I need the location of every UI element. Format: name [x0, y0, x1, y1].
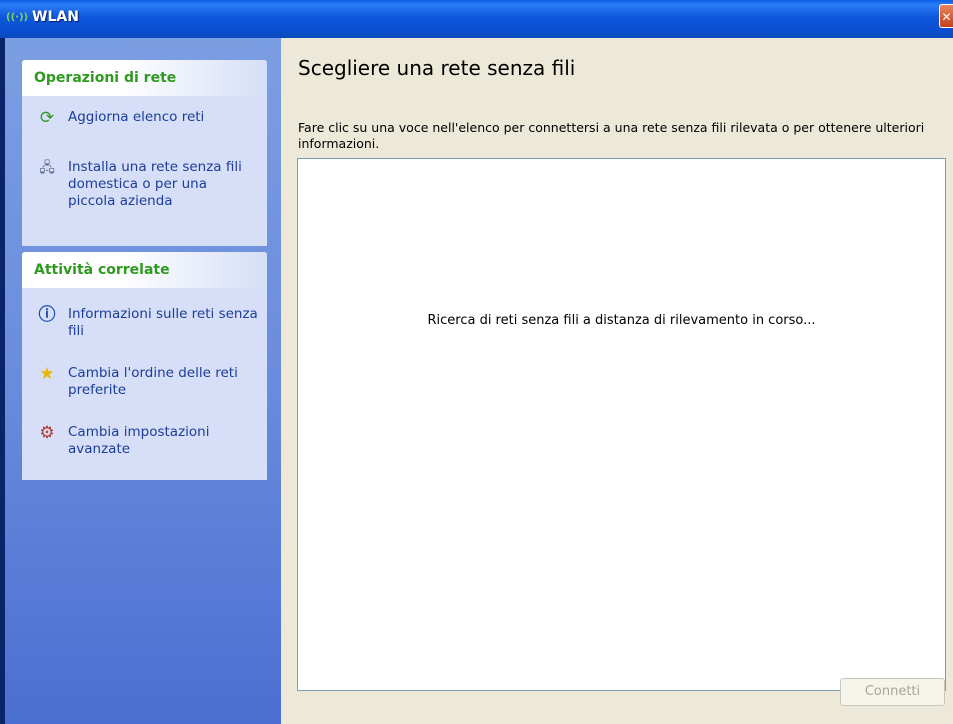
- refresh-icon: ⟳: [39, 108, 55, 128]
- advanced-settings-label: Cambia impostazioni avanzate: [68, 424, 210, 457]
- related-tasks-header[interactable]: Attività correlate: [22, 252, 267, 288]
- network-tasks-panel: Operazioni di rete ⟳ Aggiorna elenco ret…: [22, 60, 267, 246]
- wireless-info-label: Informazioni sulle reti senza fili: [68, 306, 258, 339]
- wireless-network-list[interactable]: Ricerca di reti senza fili a distanza di…: [297, 158, 946, 691]
- star-icon: ★: [39, 364, 55, 384]
- connect-button[interactable]: Connetti: [840, 678, 945, 706]
- wlan-window: ((·)) WLAN ✕ Operazioni di rete ⟳ Aggior…: [0, 0, 953, 724]
- related-tasks-panel: Attività correlate ⓘ Informazioni sulle …: [22, 252, 267, 480]
- network-tasks-header[interactable]: Operazioni di rete: [22, 60, 267, 96]
- wireless-setup-icon: 🖧: [39, 160, 55, 176]
- close-icon: ✕: [941, 10, 952, 24]
- scan-status-text: Ricerca di reti senza fili a distanza di…: [427, 313, 816, 328]
- change-preferred-order-label: Cambia l'ordine delle reti preferite: [68, 365, 238, 398]
- task-sidebar: Operazioni di rete ⟳ Aggiorna elenco ret…: [5, 38, 281, 724]
- setup-wireless-network-link[interactable]: 🖧 Installa una rete senza fili domestica…: [36, 157, 261, 217]
- page-title: Scegliere una rete senza fili: [298, 56, 576, 80]
- close-button[interactable]: ✕: [939, 4, 953, 28]
- settings-icon: ⚙: [39, 423, 55, 443]
- wireless-info-link[interactable]: ⓘ Informazioni sulle reti senza fili: [36, 304, 261, 344]
- refresh-network-list-label: Aggiorna elenco reti: [68, 109, 205, 125]
- main-content: Scegliere una rete senza fili Fare clic …: [281, 38, 953, 724]
- change-preferred-order-link[interactable]: ★ Cambia l'ordine delle reti preferite: [36, 363, 261, 403]
- setup-wireless-network-label: Installa una rete senza fili domestica o…: [68, 159, 242, 209]
- info-icon: ⓘ: [38, 305, 56, 325]
- advanced-settings-link[interactable]: ⚙ Cambia impostazioni avanzate: [36, 422, 261, 462]
- title-bar[interactable]: ((·)) WLAN ✕: [0, 0, 953, 38]
- instructions-text: Fare clic su una voce nell'elenco per co…: [298, 120, 925, 151]
- refresh-network-list-link[interactable]: ⟳ Aggiorna elenco reti: [36, 107, 261, 129]
- window-title: WLAN: [32, 9, 79, 25]
- wireless-network-icon: ((·)): [6, 12, 29, 23]
